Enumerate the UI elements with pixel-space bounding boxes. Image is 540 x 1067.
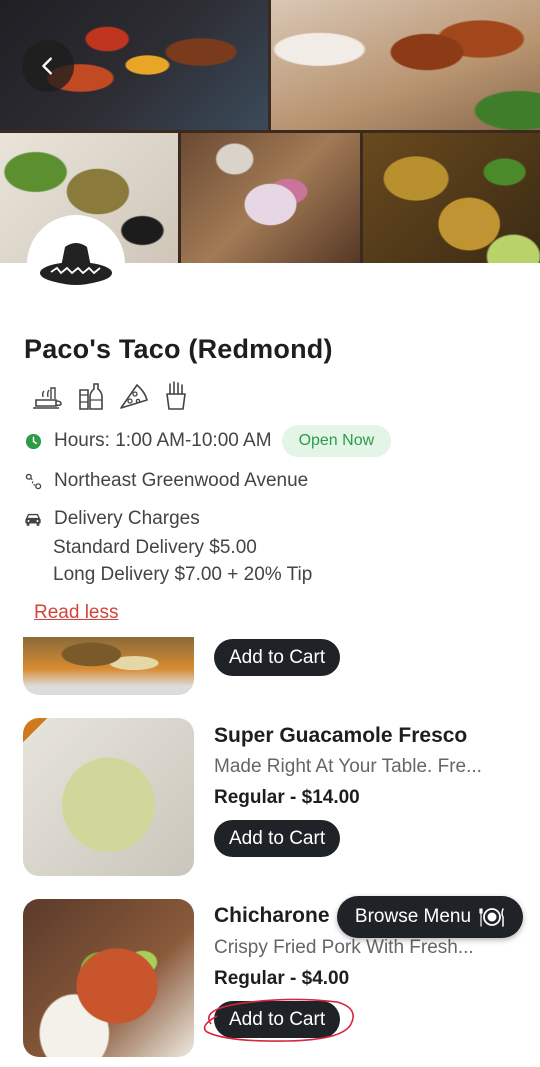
hero-photo-slaw <box>181 133 360 263</box>
menu-item-description: Made Right At Your Table. Fre... <box>214 756 482 777</box>
chevron-left-icon <box>42 57 52 75</box>
clock-icon <box>24 432 42 450</box>
restaurant-logo <box>27 215 125 313</box>
hours-row: Hours: 1:00 AM-10:00 AM Open Now <box>24 425 392 457</box>
menu-item-name[interactable]: Chicharone <box>214 904 330 928</box>
hero-photo-wings <box>271 0 540 130</box>
menu-item-image[interactable] <box>23 718 194 876</box>
plate-cutlery-icon <box>479 908 504 927</box>
drinks-icon <box>74 380 106 412</box>
sombrero-icon <box>40 243 112 285</box>
fries-icon <box>160 380 192 412</box>
menu-item-price: Regular - $14.00 <box>214 787 360 808</box>
address-text: Northeast Greenwood Avenue <box>54 470 309 491</box>
delivery-charges-title: Delivery Charges <box>54 508 200 529</box>
delivery-row: Delivery Charges <box>24 508 200 530</box>
hours-text: Hours: 1:00 AM-10:00 AM <box>54 430 272 451</box>
address-row: Northeast Greenwood Avenue <box>24 470 308 492</box>
read-less-link[interactable]: Read less <box>34 602 119 624</box>
menu-item-description: Crispy Fried Pork With Fresh... <box>214 937 474 958</box>
restaurant-title: Paco's Taco (Redmond) <box>24 334 333 364</box>
menu-item-price: Regular - $4.00 <box>214 968 350 989</box>
meal-icon <box>31 380 63 412</box>
cuisine-icons <box>31 380 192 412</box>
standard-delivery-text: Standard Delivery $5.00 <box>53 537 257 558</box>
open-status-badge: Open Now <box>281 425 392 457</box>
add-to-cart-button[interactable]: Add to Cart <box>214 820 341 857</box>
browse-menu-label: Browse Menu <box>354 906 472 927</box>
hero-photo-fritters <box>363 133 540 263</box>
car-icon <box>24 510 42 528</box>
add-to-cart-button[interactable]: Add to Cart <box>214 1001 341 1038</box>
long-delivery-text: Long Delivery $7.00 + 20% Tip <box>53 564 313 585</box>
browse-menu-button[interactable]: Browse Menu <box>337 896 523 938</box>
menu-item-image[interactable] <box>23 899 194 1057</box>
menu-item-name[interactable]: Super Guacamole Fresco <box>214 724 467 748</box>
back-button[interactable] <box>22 40 74 92</box>
route-icon <box>24 472 42 490</box>
pizza-icon <box>117 380 149 412</box>
add-to-cart-button[interactable]: Add to Cart <box>214 639 341 676</box>
menu-item-image[interactable] <box>23 637 194 695</box>
